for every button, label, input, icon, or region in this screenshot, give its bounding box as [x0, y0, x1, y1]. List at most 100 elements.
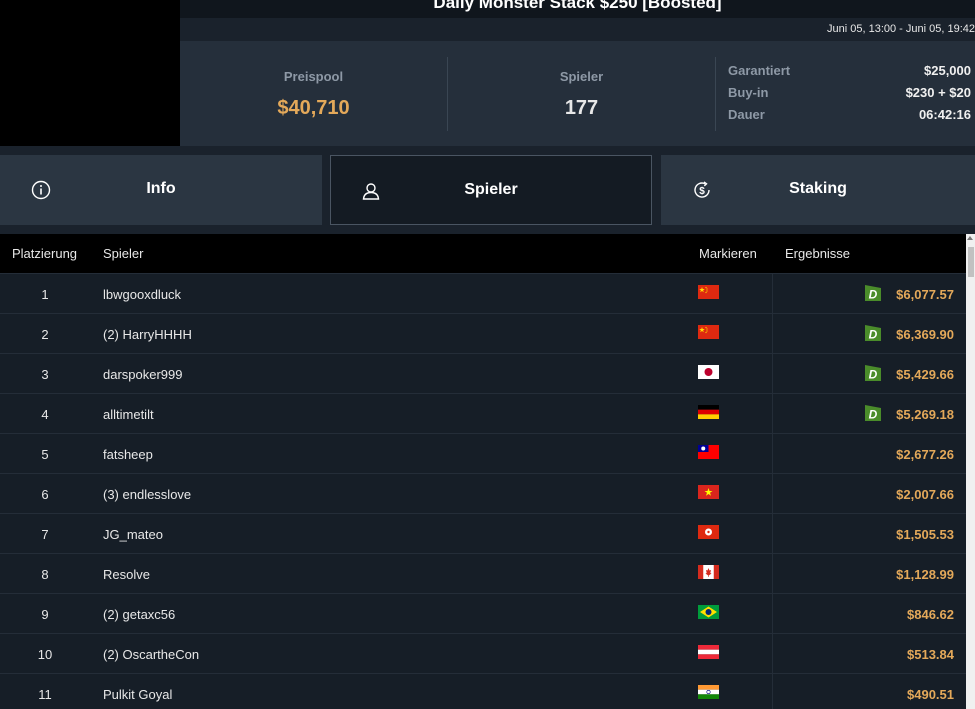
table-row[interactable]: 10 (2) OscartheCon $513.84	[0, 633, 966, 674]
result-value: $846.62	[907, 607, 954, 622]
tab-staking-label: Staking	[789, 180, 847, 197]
player-name: JG_mateo	[103, 527, 163, 542]
tab-players[interactable]: Spieler	[330, 155, 652, 225]
tab-staking[interactable]: $ Staking	[661, 155, 975, 225]
duration-label: Dauer	[728, 107, 765, 122]
germany-flag	[698, 405, 719, 419]
result-value: $513.84	[907, 647, 954, 662]
table-row[interactable]: 4 alltimetilt D $5,269.18	[0, 393, 966, 434]
table-row[interactable]: 8 Resolve $1,128.99	[0, 553, 966, 594]
vietnam-flag	[698, 485, 719, 499]
players-label: Spieler	[559, 69, 604, 84]
china-flag	[698, 285, 719, 299]
table-header: Platzierung Spieler Markieren Ergebnisse	[0, 234, 966, 273]
scrollbar-thumb[interactable]	[968, 247, 974, 277]
rank-cell: 9	[41, 607, 49, 622]
staking-d-icon[interactable]: D	[863, 403, 883, 423]
duration-value: 06:42:16	[918, 107, 971, 122]
date-bar: Juni 05, 13:00 - Juni 05, 19:42	[180, 18, 975, 41]
taiwan-flag	[698, 445, 719, 459]
column-separator	[772, 434, 773, 474]
japan-flag	[698, 365, 719, 379]
divider	[715, 57, 716, 131]
column-separator	[772, 674, 773, 709]
prize-pool-label: Preispool	[283, 69, 344, 84]
column-separator	[772, 474, 773, 514]
table-row[interactable]: 5 fatsheep $2,677.26	[0, 433, 966, 474]
prize-pool-value: $40,710	[277, 97, 350, 119]
player-name: (2) HarryHHHH	[103, 327, 192, 342]
scroll-up-arrow[interactable]	[967, 236, 973, 240]
buyin-value: $230 + $20	[905, 85, 971, 100]
prize-pool-stat: Preispool $40,710	[180, 41, 447, 146]
india-flag	[698, 685, 719, 699]
rank-cell: 1	[41, 287, 49, 302]
table-row[interactable]: 11 Pulkit Goyal $490.51	[0, 673, 966, 709]
guaranteed-value: $25,000	[924, 63, 971, 78]
result-value: $490.51	[907, 687, 954, 702]
result-value: $1,505.53	[896, 527, 954, 542]
tab-bar: Info Spieler $ Staking	[0, 146, 975, 234]
table-row[interactable]: 7 JG_mateo $1,505.53	[0, 513, 966, 554]
table-row[interactable]: 1 lbwgooxdluck D $6,077.57	[0, 273, 966, 314]
rank-cell: 5	[41, 447, 49, 462]
staking-d-icon[interactable]: D	[863, 283, 883, 303]
scrollbar[interactable]	[966, 234, 975, 709]
column-player[interactable]: Spieler	[103, 246, 143, 261]
result-value: $5,429.66	[896, 367, 954, 382]
column-flag[interactable]: Markieren	[699, 246, 757, 261]
rank-cell: 10	[37, 647, 53, 662]
rank-cell: 8	[41, 567, 49, 582]
column-separator	[772, 354, 773, 394]
column-separator	[772, 314, 773, 354]
column-separator	[772, 394, 773, 434]
column-results[interactable]: Ergebnisse	[785, 246, 850, 261]
result-value: $6,369.90	[896, 327, 954, 342]
svg-text:D: D	[869, 368, 878, 382]
column-separator	[772, 274, 773, 314]
canada-flag	[698, 565, 719, 579]
rank-cell: 11	[38, 687, 52, 702]
column-separator	[772, 554, 773, 594]
rank-cell: 6	[41, 487, 49, 502]
rank-cell: 7	[41, 527, 49, 542]
player-name: darspoker999	[103, 367, 183, 382]
table-row[interactable]: 2 (2) HarryHHHH D $6,369.90	[0, 313, 966, 354]
tab-info[interactable]: Info	[0, 155, 322, 225]
player-name: alltimetilt	[103, 407, 154, 422]
svg-text:D: D	[869, 288, 878, 302]
player-name: lbwgooxdluck	[103, 287, 182, 302]
player-name: (2) getaxc56	[103, 607, 176, 622]
result-value: $2,007.66	[896, 487, 954, 502]
players-stat: Spieler 177	[448, 41, 715, 146]
staking-d-icon[interactable]: D	[863, 363, 883, 383]
player-name: Pulkit Goyal	[103, 687, 173, 702]
column-rank[interactable]: Platzierung	[12, 246, 77, 261]
result-value: $1,128.99	[896, 567, 954, 582]
results-table: 1 lbwgooxdluck D $6,077.57 2 (2) HarryHHHH D $6…	[0, 273, 966, 709]
staking-d-icon[interactable]: D	[863, 323, 883, 343]
player-name: fatsheep	[103, 447, 153, 462]
player-name: (2) OscartheCon	[103, 647, 200, 662]
column-separator	[772, 514, 773, 554]
table-row[interactable]: 9 (2) getaxc56 $846.62	[0, 593, 966, 634]
hong-kong-flag	[698, 525, 719, 539]
buyin-row: Buy-in $230 + $20	[728, 85, 973, 107]
table-row[interactable]: 6 (3) endlesslove $2,007.66	[0, 473, 966, 514]
tab-info-label: Info	[146, 180, 176, 197]
tab-players-label: Spieler	[464, 181, 518, 198]
rank-cell: 4	[41, 407, 49, 422]
china-flag	[698, 325, 719, 339]
black-panel	[0, 0, 180, 146]
austria-flag	[698, 645, 719, 659]
player-name: Resolve	[103, 567, 150, 582]
duration-row: Dauer 06:42:16	[728, 107, 973, 129]
guaranteed-row: Garantiert $25,000	[728, 63, 973, 85]
result-value: $2,677.26	[896, 447, 954, 462]
svg-text:D: D	[869, 408, 878, 422]
tournament-details: Garantiert $25,000 Buy-in $230 + $20 Dau…	[728, 63, 973, 129]
column-separator	[772, 594, 773, 634]
table-row[interactable]: 3 darspoker999 D $5,429.66	[0, 353, 966, 394]
tournament-title: Daily Monster Stack $250 [Boosted]	[433, 0, 722, 12]
svg-text:D: D	[869, 328, 878, 342]
